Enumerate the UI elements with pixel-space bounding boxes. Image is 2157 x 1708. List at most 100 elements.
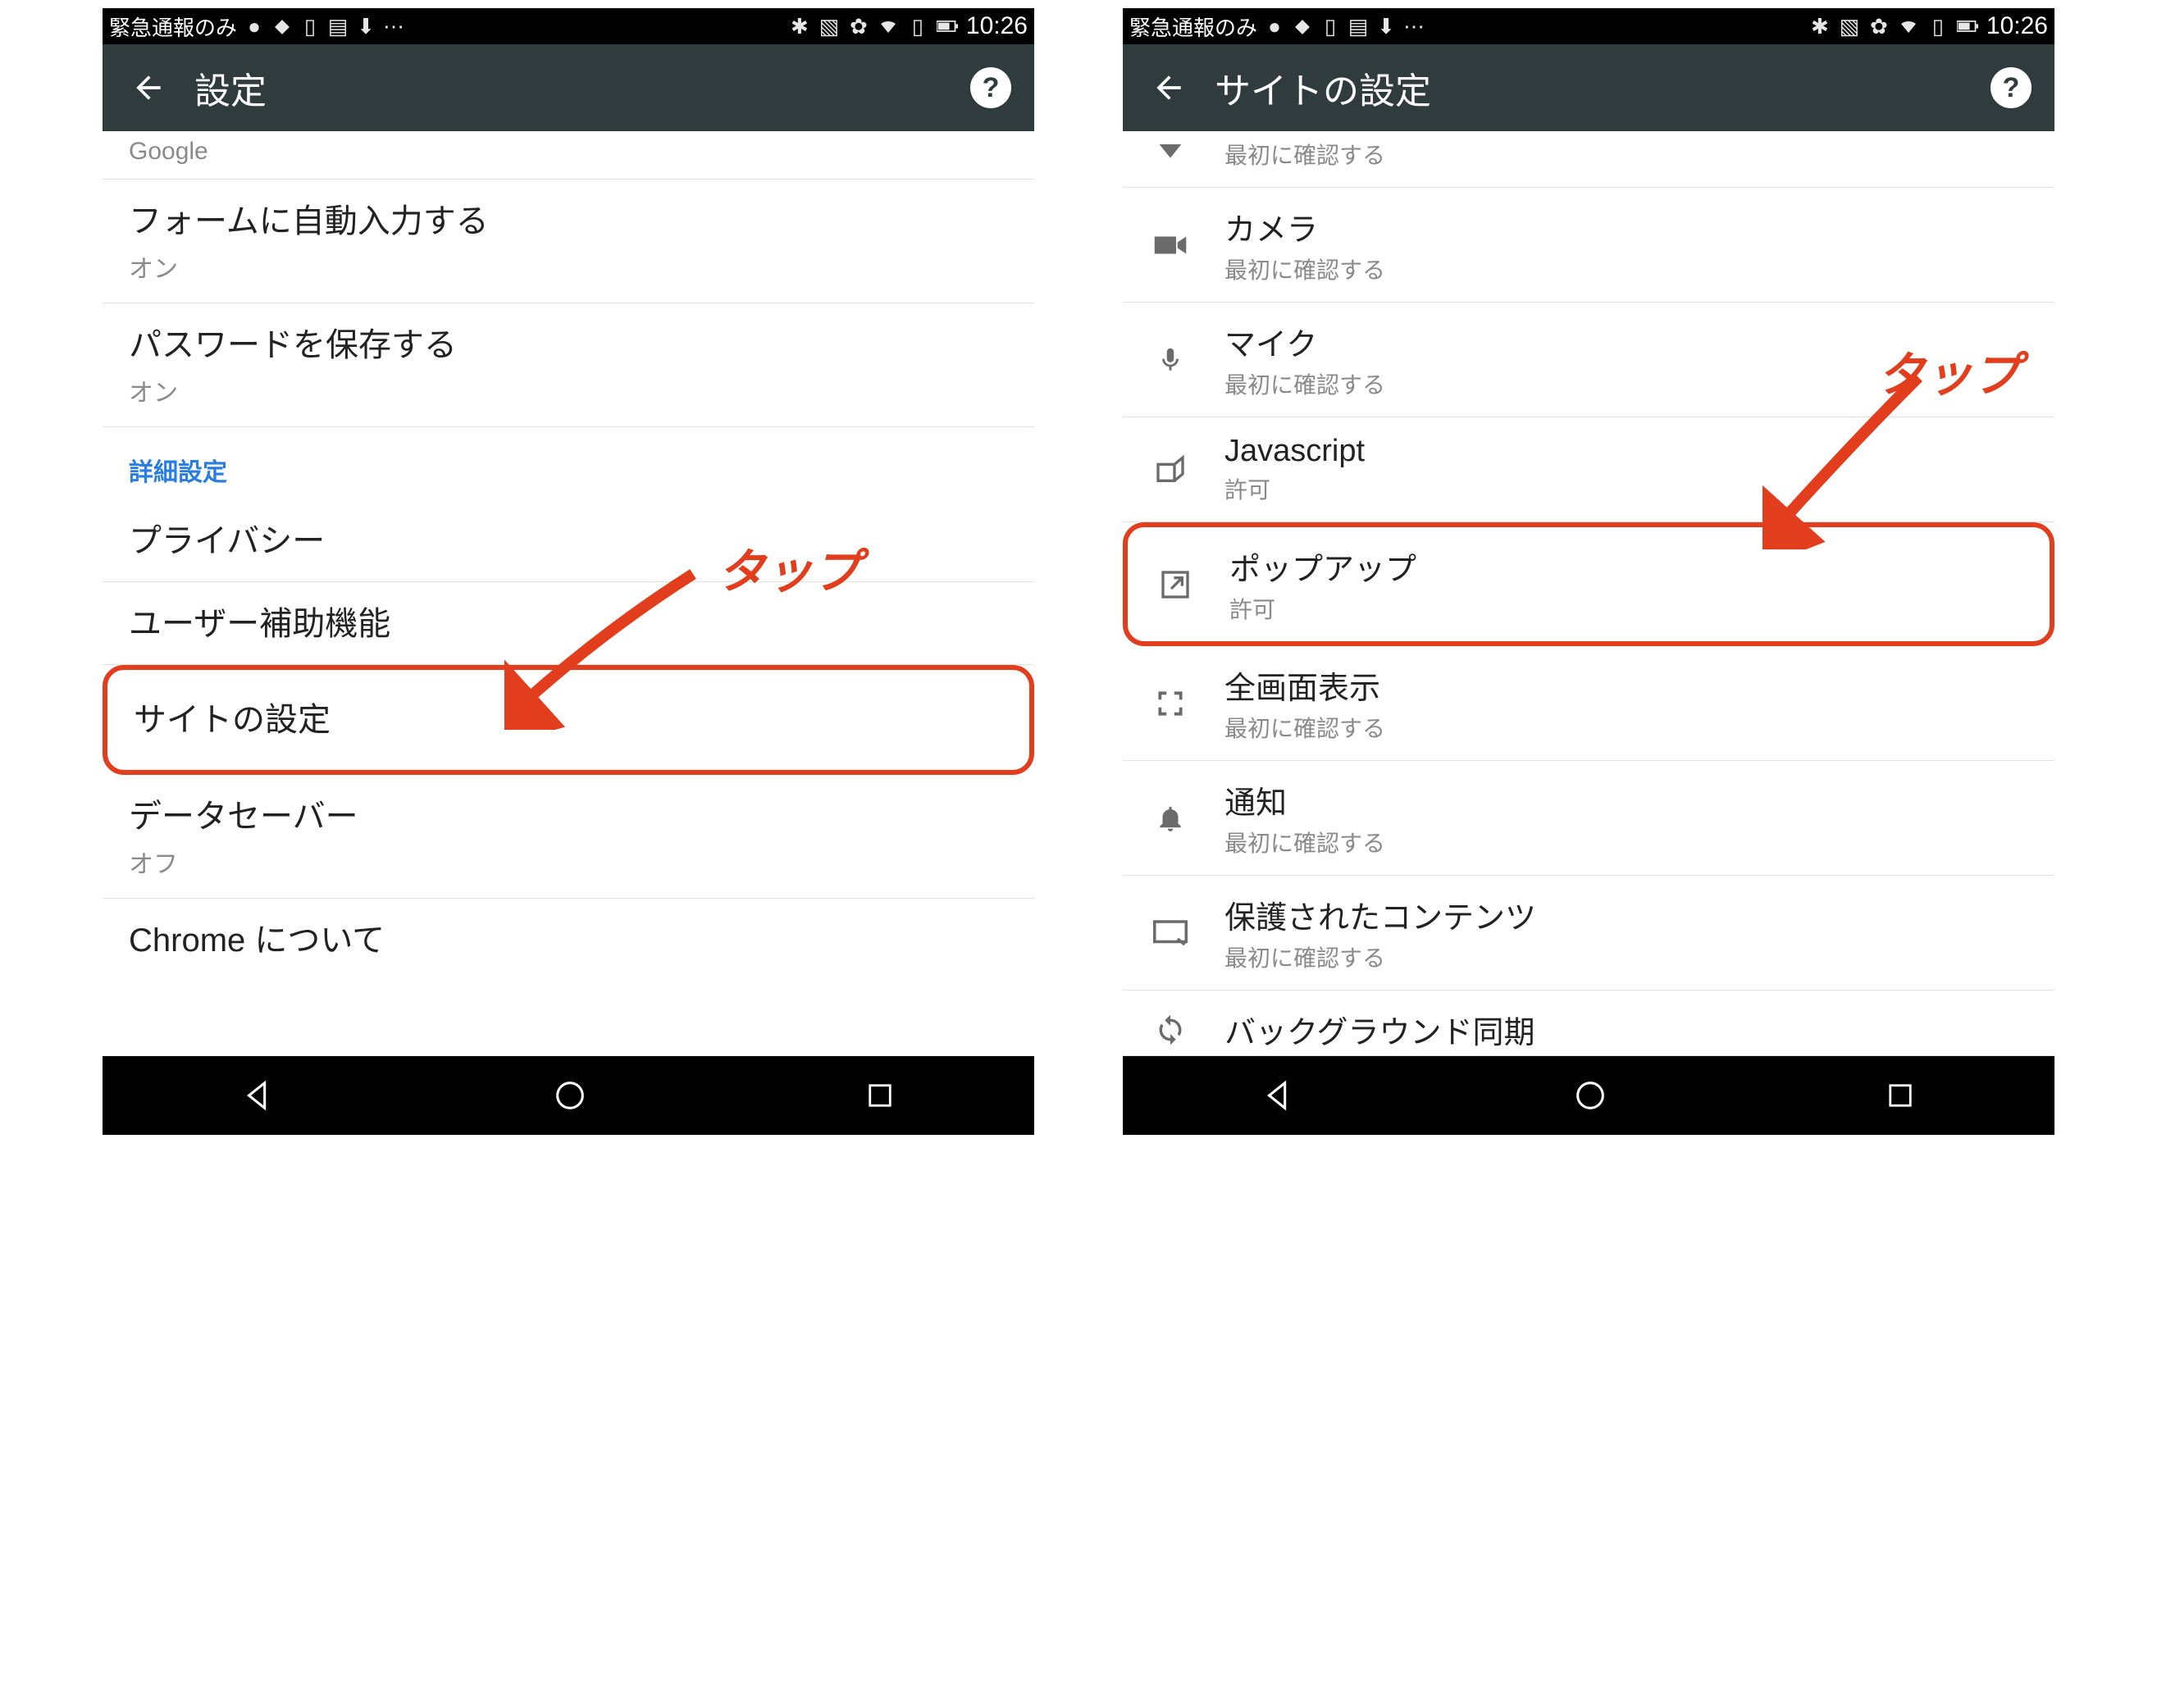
page-title: サイトの設定 <box>1215 61 1991 114</box>
row-subtitle: 許可 <box>1229 592 1416 625</box>
android-nav-bar <box>1123 1056 2054 1135</box>
row-title: 通知 <box>1224 777 1385 822</box>
site-settings-list: 最初に確認する カメラ 最初に確認する マイク 最初に確認する <box>1123 131 2054 1056</box>
status-icon-generic: ✿ <box>1868 16 1890 37</box>
download-icon: ⬇ <box>1375 16 1397 37</box>
status-icon-generic: ▤ <box>1348 16 1369 37</box>
battery-icon <box>1957 16 1978 37</box>
back-button[interactable] <box>125 65 171 111</box>
row-title: ポップアップ <box>1229 544 1416 589</box>
wifi-icon <box>878 16 899 37</box>
row-site-settings[interactable]: サイトの設定 <box>103 665 1034 775</box>
row-subtitle: 最初に確認する <box>1224 826 1385 859</box>
row-background-sync[interactable]: バックグラウンド同期 <box>1123 991 2054 1056</box>
row-subtitle: オン <box>129 372 1008 408</box>
android-nav-bar <box>103 1056 1034 1135</box>
status-icon-generic: ▯ <box>1320 16 1341 37</box>
page-title: 設定 <box>194 61 970 114</box>
row-title: ユーザー補助機能 <box>129 602 1008 646</box>
download-icon: ⬇ <box>355 16 376 37</box>
row-popup[interactable]: ポップアップ 許可 <box>1123 522 2054 646</box>
location-icon <box>1146 136 1195 169</box>
row-title: バックグラウンド同期 <box>1224 1007 1535 1052</box>
wifi-icon <box>1898 16 1919 37</box>
app-bar: 設定 ? <box>103 44 1034 131</box>
status-clock: 10:26 <box>966 12 1028 40</box>
nav-recent-button[interactable] <box>1883 1078 1918 1113</box>
help-button[interactable]: ? <box>1991 67 2032 108</box>
status-bar: 緊急通報のみ ● ⬥ ▯ ▤ ⬇ ⋯ ✱ ▧ ✿ ▯ 10:26 <box>103 8 1034 44</box>
status-icon-generic: ▧ <box>819 16 840 37</box>
more-icon: ⋯ <box>1403 16 1425 37</box>
row-microphone[interactable]: マイク 最初に確認する <box>1123 303 2054 417</box>
row-notifications[interactable]: 通知 最初に確認する <box>1123 761 2054 876</box>
battery-icon <box>937 16 958 37</box>
sync-icon <box>1146 1013 1195 1046</box>
status-icon-generic: ▤ <box>327 16 349 37</box>
nav-back-button[interactable] <box>1260 1077 1297 1114</box>
row-title: Javascript <box>1224 434 1365 469</box>
row-title: プライバシー <box>129 519 1008 563</box>
row-title: 保護されたコンテンツ <box>1224 892 1536 937</box>
row-google[interactable]: Google <box>103 131 1034 180</box>
status-icon-generic: ⬥ <box>271 16 293 37</box>
row-subtitle: 最初に確認する <box>1224 253 1385 285</box>
camera-icon <box>1146 233 1195 257</box>
row-camera[interactable]: カメラ 最初に確認する <box>1123 188 2054 303</box>
status-bar: 緊急通報のみ ● ⬥ ▯ ▤ ⬇ ⋯ ✱ ▧ ✿ ▯ 10:26 <box>1123 8 2054 44</box>
status-icon-generic: ● <box>244 16 265 37</box>
status-icon-generic: ⬥ <box>1292 16 1313 37</box>
back-button[interactable] <box>1146 65 1192 111</box>
status-clock: 10:26 <box>1986 12 2048 40</box>
row-about-chrome[interactable]: Chrome について <box>103 899 1034 981</box>
javascript-icon <box>1146 453 1195 486</box>
row-title: データセーバー <box>129 795 1008 839</box>
nav-home-button[interactable] <box>551 1077 589 1114</box>
nav-recent-button[interactable] <box>863 1078 897 1113</box>
row-title: 全画面表示 <box>1224 663 1385 708</box>
row-protected-content[interactable]: 保護されたコンテンツ 最初に確認する <box>1123 876 2054 991</box>
protected-content-icon <box>1146 919 1195 947</box>
bluetooth-icon: ✱ <box>789 16 810 37</box>
status-icon-generic: ✿ <box>848 16 869 37</box>
row-title: Chrome について <box>129 918 1008 963</box>
row-subtitle: 最初に確認する <box>1224 941 1536 973</box>
bell-icon <box>1146 801 1195 836</box>
row-title: マイク <box>1224 319 1385 364</box>
nav-back-button[interactable] <box>239 1077 277 1114</box>
app-bar: サイトの設定 ? <box>1123 44 2054 131</box>
row-title: カメラ <box>1224 204 1385 249</box>
phone-left: 緊急通報のみ ● ⬥ ▯ ▤ ⬇ ⋯ ✱ ▧ ✿ ▯ 10:26 設定 ? <box>103 8 1034 1135</box>
row-subtitle: 最初に確認する <box>1224 711 1385 744</box>
row-subtitle: 最初に確認する <box>1224 367 1385 400</box>
row-subtitle: オン <box>129 248 1008 285</box>
row-fullscreen[interactable]: 全画面表示 最初に確認する <box>1123 646 2054 761</box>
row-autofill[interactable]: フォームに自動入力する オン <box>103 180 1034 303</box>
row-privacy[interactable]: プライバシー <box>103 499 1034 582</box>
row-data-saver[interactable]: データセーバー オフ <box>103 775 1034 899</box>
nav-home-button[interactable] <box>1571 1077 1609 1114</box>
status-icon-generic: ▯ <box>299 16 321 37</box>
row-title: フォームに自動入力する <box>129 199 1008 244</box>
row-passwords[interactable]: パスワードを保存する オン <box>103 303 1034 427</box>
microphone-icon <box>1146 342 1195 378</box>
row-subtitle: 最初に確認する <box>1224 138 1385 171</box>
section-advanced: 詳細設定 <box>103 427 1034 499</box>
status-icon-generic: ▧ <box>1839 16 1860 37</box>
signal-icon: ▯ <box>1927 16 1949 37</box>
row-title: サイトの設定 <box>134 698 1003 742</box>
row-subtitle: オフ <box>129 844 1008 880</box>
status-icon-generic: ● <box>1264 16 1285 37</box>
phone-right: 緊急通報のみ ● ⬥ ▯ ▤ ⬇ ⋯ ✱ ▧ ✿ ▯ 10:26 サイトの設定 … <box>1123 8 2054 1135</box>
signal-icon: ▯ <box>907 16 928 37</box>
row-subtitle: 許可 <box>1224 472 1365 505</box>
settings-list: Google フォームに自動入力する オン パスワードを保存する オン 詳細設定… <box>103 131 1034 1056</box>
row-location[interactable]: 最初に確認する <box>1123 131 2054 188</box>
help-button[interactable]: ? <box>970 67 1011 108</box>
row-accessibility[interactable]: ユーザー補助機能 <box>103 582 1034 665</box>
row-subtitle: Google <box>129 138 1008 166</box>
status-carrier: 緊急通報のみ <box>109 11 237 42</box>
row-javascript[interactable]: Javascript 許可 <box>1123 417 2054 522</box>
row-title: パスワードを保存する <box>129 323 1008 367</box>
more-icon: ⋯ <box>383 16 404 37</box>
